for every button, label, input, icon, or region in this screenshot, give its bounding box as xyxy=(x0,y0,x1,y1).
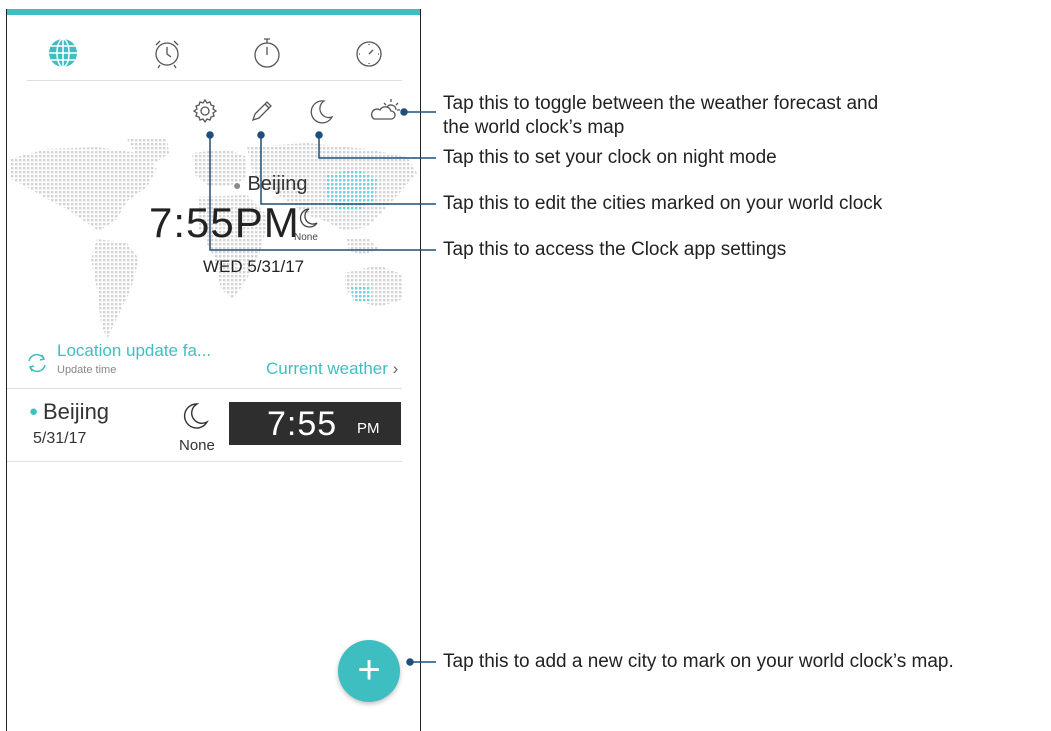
callout-weather-toggle-line2: the world clock’s map xyxy=(443,117,625,138)
callout-weather-toggle: Tap this to toggle between the weather f… xyxy=(443,92,878,140)
callout-weather-toggle-line1: Tap this to toggle between the weather f… xyxy=(443,93,879,114)
callout-add-city: Tap this to add a new city to mark on yo… xyxy=(443,651,954,672)
callout-edit-cities: Tap this to edit the cities marked on yo… xyxy=(443,193,883,214)
callout-night-mode: Tap this to set your clock on night mode xyxy=(443,147,777,168)
callout-settings: Tap this to access the Clock app setting… xyxy=(443,239,787,260)
